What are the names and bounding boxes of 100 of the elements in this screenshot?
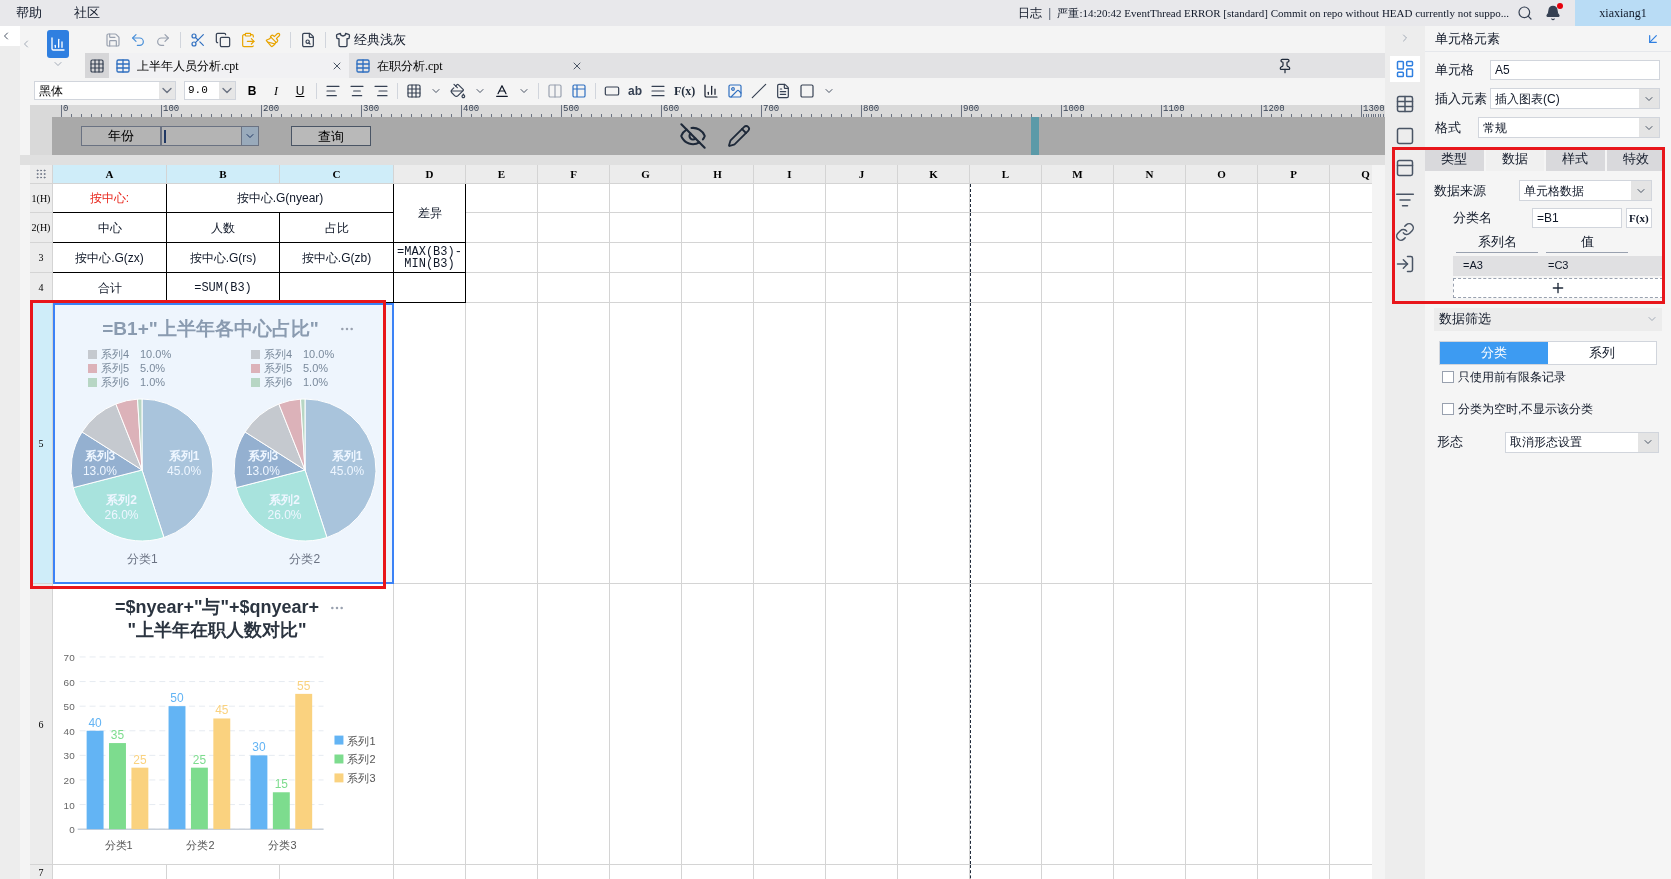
notification-bell-icon[interactable] bbox=[1545, 5, 1561, 21]
shape-select[interactable]: 取消形态设置 bbox=[1505, 431, 1659, 453]
column-header[interactable]: P bbox=[1258, 165, 1330, 184]
column-header[interactable]: L bbox=[970, 165, 1042, 184]
data-source-select[interactable]: 单元格数据 bbox=[1519, 180, 1652, 201]
formula-button[interactable]: F(x) bbox=[674, 81, 696, 100]
column-header[interactable]: O bbox=[1186, 165, 1258, 184]
select-all-icon[interactable] bbox=[35, 168, 47, 180]
underline-button[interactable]: U bbox=[292, 81, 308, 100]
menu-item[interactable]: 帮助 bbox=[0, 3, 58, 23]
table-icon[interactable] bbox=[571, 82, 587, 99]
column-header[interactable]: G bbox=[610, 165, 682, 184]
chart-icon[interactable] bbox=[703, 82, 720, 99]
cell-element-icon[interactable] bbox=[1395, 59, 1415, 79]
row-header[interactable]: 6 bbox=[30, 584, 53, 865]
table-cell[interactable]: 按中心: bbox=[53, 184, 167, 213]
sheet-icon[interactable] bbox=[89, 57, 105, 74]
user-name[interactable]: xiaxiang1 bbox=[1575, 0, 1671, 26]
dropdown-toggle[interactable] bbox=[1639, 118, 1659, 137]
column-header[interactable]: A bbox=[53, 165, 167, 184]
table-cell[interactable]: 按中心.G(nyear) bbox=[167, 184, 394, 213]
redo-icon[interactable] bbox=[155, 31, 171, 48]
row-header[interactable]: 3 bbox=[30, 243, 53, 273]
frame-icon[interactable] bbox=[799, 82, 816, 99]
column-header[interactable]: J bbox=[826, 165, 898, 184]
copy-icon[interactable] bbox=[215, 31, 231, 48]
merge-cells-icon[interactable] bbox=[547, 82, 563, 99]
menu-item[interactable]: 社区 bbox=[58, 3, 116, 23]
search-icon[interactable] bbox=[1517, 5, 1533, 21]
dropdown-toggle[interactable] bbox=[1638, 432, 1658, 452]
column-header[interactable]: I bbox=[754, 165, 826, 184]
row-header[interactable]: 1(H) bbox=[30, 184, 53, 213]
column-header[interactable]: E bbox=[466, 165, 538, 184]
dropdown-toggle[interactable] bbox=[241, 127, 258, 145]
checkbox[interactable] bbox=[1442, 402, 1454, 415]
column-header[interactable]: H bbox=[682, 165, 754, 184]
pane-edge-marker[interactable] bbox=[1031, 117, 1039, 155]
pie-chart-panel[interactable]: =B1+"上半年各中心占比" 系列1 45.0% 系列2 26.0% 系列3 13.0% 系列4 10.0% 系列5 5.0% 系列6 1.0% 分类1 系列1 45.0% 系列2 26.0% 系列3 13.0% 系列4 10.0% 系列5 5.0% 系列6 1.0% 分类2 bbox=[53, 303, 394, 584]
table-cell[interactable]: 按中心.G(zx) bbox=[53, 243, 167, 273]
table-cell[interactable]: =MAX(B3)-MIN(B3) bbox=[394, 243, 466, 273]
text-tool-button[interactable]: ab bbox=[628, 81, 642, 100]
table-cell[interactable]: 按中心.G(zb) bbox=[280, 243, 394, 273]
format-painter-icon[interactable] bbox=[265, 31, 281, 48]
format-select[interactable]: 常规 bbox=[1478, 117, 1660, 138]
app-logo[interactable] bbox=[46, 30, 69, 58]
row-header[interactable]: 4 bbox=[30, 273, 53, 303]
italic-button[interactable]: I bbox=[268, 81, 284, 100]
checkbox[interactable] bbox=[1442, 370, 1454, 383]
column-header[interactable]: D bbox=[394, 165, 466, 184]
cell-attribute-icon[interactable] bbox=[1395, 94, 1415, 114]
query-button[interactable]: 查询 bbox=[291, 126, 371, 146]
preview-icon[interactable] bbox=[300, 31, 316, 48]
cell-field[interactable]: A5 bbox=[1490, 60, 1660, 80]
table-cell[interactable]: 差异 bbox=[394, 184, 466, 243]
sidebar-tab[interactable] bbox=[1390, 56, 1420, 82]
table-cell[interactable]: 中心 bbox=[53, 213, 167, 243]
row-header[interactable]: 7 bbox=[30, 865, 53, 879]
font-color-icon[interactable] bbox=[494, 82, 510, 99]
table-cell[interactable] bbox=[394, 273, 466, 303]
year-field[interactable] bbox=[161, 126, 259, 146]
segment-button[interactable]: 系列 bbox=[1548, 341, 1656, 364]
column-header[interactable]: M bbox=[1042, 165, 1114, 184]
pencil-icon[interactable] bbox=[727, 124, 751, 148]
pin-icon[interactable] bbox=[1277, 57, 1293, 74]
column-header[interactable]: K bbox=[898, 165, 970, 184]
slash-icon[interactable] bbox=[751, 82, 768, 99]
save-icon[interactable] bbox=[105, 31, 121, 48]
insert-element-select[interactable]: 插入图表(C) bbox=[1490, 88, 1660, 109]
theme-button[interactable]: 经典浅灰 bbox=[335, 29, 406, 50]
table-cell[interactable]: 占比 bbox=[280, 213, 394, 243]
column-header[interactable]: C bbox=[280, 165, 394, 184]
import-icon[interactable] bbox=[1395, 254, 1415, 274]
add-series-button[interactable] bbox=[1453, 277, 1663, 298]
bold-button[interactable]: B bbox=[244, 81, 260, 100]
font-select[interactable]: 黑体 bbox=[34, 81, 176, 100]
category-field[interactable]: =B1 bbox=[1532, 208, 1622, 228]
frame-icon[interactable] bbox=[1395, 126, 1415, 146]
dropdown-toggle[interactable] bbox=[1631, 181, 1651, 200]
column-header[interactable]: N bbox=[1114, 165, 1186, 184]
document-icon[interactable] bbox=[775, 82, 792, 99]
size-select[interactable]: 9.0 bbox=[184, 81, 236, 100]
cut-icon[interactable] bbox=[190, 31, 206, 48]
fill-color-icon[interactable] bbox=[450, 82, 466, 99]
table-cell[interactable]: 按中心.G(rs) bbox=[167, 243, 280, 273]
image-icon[interactable] bbox=[727, 82, 744, 99]
paste-icon[interactable] bbox=[240, 31, 256, 48]
dropdown-toggle[interactable] bbox=[1639, 89, 1659, 108]
eye-slash-icon[interactable] bbox=[679, 122, 707, 150]
corner-cell[interactable] bbox=[30, 165, 53, 184]
column-header[interactable]: Q bbox=[1330, 165, 1372, 184]
formula-button[interactable]: F(x) bbox=[1626, 208, 1652, 228]
widget-icon[interactable] bbox=[1395, 158, 1415, 178]
link-icon[interactable] bbox=[1395, 222, 1415, 242]
column-header[interactable]: F bbox=[538, 165, 610, 184]
row-header[interactable]: 2(H) bbox=[30, 213, 53, 243]
border-icon[interactable] bbox=[406, 82, 422, 99]
undo-icon[interactable] bbox=[130, 31, 146, 48]
log-label[interactable]: 日志 bbox=[1018, 4, 1043, 22]
condition-icon[interactable] bbox=[1395, 190, 1415, 210]
table-cell[interactable]: 人数 bbox=[167, 213, 280, 243]
